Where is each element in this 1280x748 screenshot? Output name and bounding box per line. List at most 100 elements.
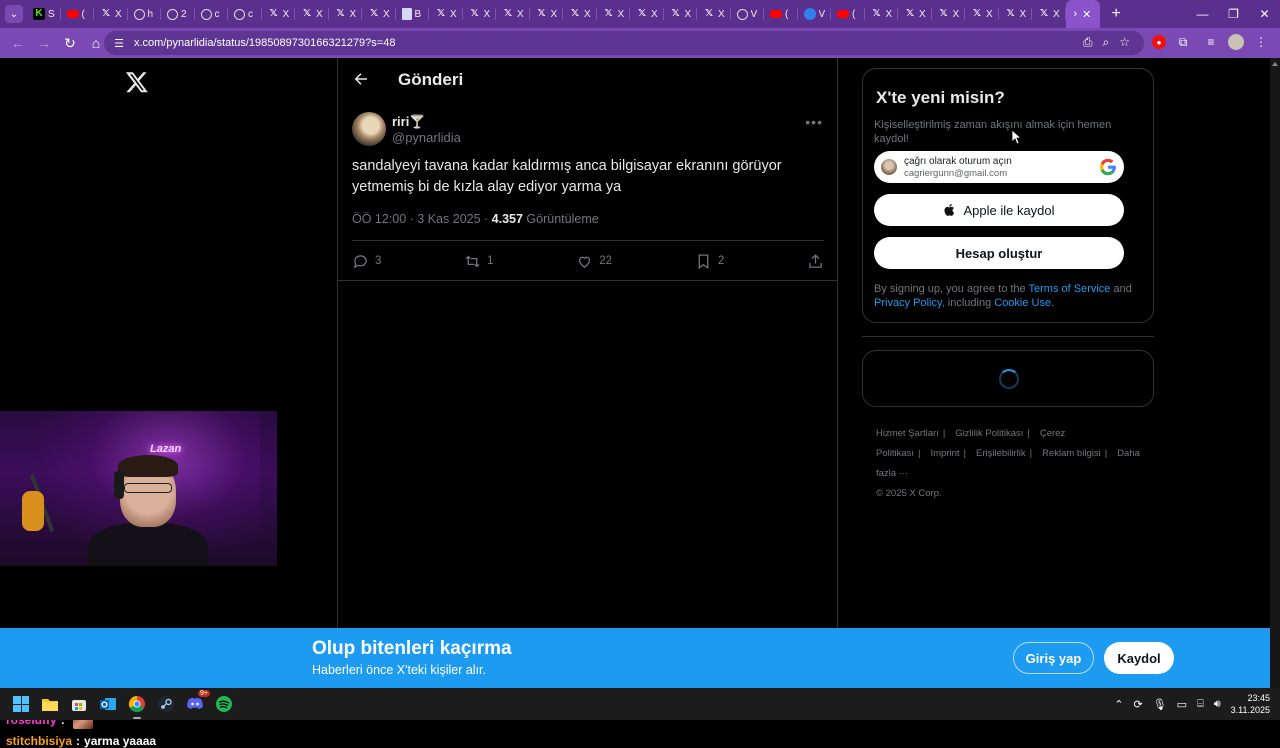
google-signin-button[interactable]: çağrı olarak oturum açın cagriergunn@gma… bbox=[874, 151, 1124, 183]
zoom-icon[interactable]: ⌕ bbox=[1103, 35, 1110, 50]
browser-tab[interactable]: c bbox=[195, 0, 229, 28]
browser-tab[interactable]: V bbox=[731, 0, 765, 28]
browser-tab[interactable]: 𝕏X bbox=[865, 0, 899, 28]
bookmark-star-icon[interactable]: ☆ bbox=[1119, 35, 1130, 50]
browser-tab[interactable]: V bbox=[798, 0, 832, 28]
minimize-icon[interactable]: — bbox=[1187, 0, 1218, 28]
network-icon[interactable]: ⌸ bbox=[1197, 698, 1204, 711]
new-tab-button[interactable]: + bbox=[1112, 5, 1121, 23]
microphone-icon[interactable]: 🎙︎ bbox=[1153, 698, 1167, 711]
browser-tab[interactable]: 𝕏X bbox=[496, 0, 530, 28]
browser-tab[interactable]: 𝕏X bbox=[1032, 0, 1066, 28]
page-scrollbar[interactable] bbox=[1270, 58, 1280, 688]
close-tab-icon[interactable]: ✕ bbox=[1082, 8, 1091, 21]
reload-button[interactable]: ↻ bbox=[58, 31, 82, 55]
address-bar[interactable]: ☰ x.com/pynarlidia/status/19850897301663… bbox=[104, 31, 1144, 55]
tab-active[interactable]: › ✕ bbox=[1065, 0, 1100, 28]
footer-link[interactable]: Hizmet Şartları bbox=[876, 428, 939, 439]
create-account-button[interactable]: Hesap oluştur bbox=[874, 237, 1124, 269]
browser-tab[interactable]: KS bbox=[27, 0, 61, 28]
extensions-puzzle-icon[interactable]: ⧉ bbox=[1172, 31, 1194, 53]
browser-tab[interactable]: 𝕏X bbox=[664, 0, 698, 28]
browser-tab[interactable]: B bbox=[396, 0, 430, 28]
browser-tab[interactable]: 𝕏X bbox=[262, 0, 296, 28]
steam-icon[interactable] bbox=[155, 693, 177, 715]
browser-tab[interactable]: 𝕏X bbox=[965, 0, 999, 28]
tab-title: c bbox=[214, 8, 220, 20]
chrome-icon[interactable] bbox=[126, 693, 148, 719]
restore-icon[interactable]: ❐ bbox=[1218, 0, 1249, 28]
browser-tab[interactable]: 𝕏X bbox=[630, 0, 664, 28]
taskbar-clock[interactable]: 23:45 3.11.2025 bbox=[1231, 692, 1270, 716]
terms-link[interactable]: Terms of Service bbox=[1029, 283, 1111, 295]
author-name[interactable]: riri🍸 bbox=[392, 114, 426, 130]
browser-tab[interactable]: 2 bbox=[161, 0, 195, 28]
browser-tab[interactable]: 𝕏X bbox=[898, 0, 932, 28]
back-button[interactable]: ← bbox=[6, 31, 30, 55]
display-icon[interactable]: ▭ bbox=[1177, 698, 1187, 711]
browser-tab[interactable]: 𝕏X bbox=[94, 0, 128, 28]
browser-tab[interactable]: 𝕏X bbox=[563, 0, 597, 28]
start-button[interactable] bbox=[10, 693, 32, 715]
cookie-link[interactable]: Cookie Use bbox=[994, 297, 1051, 309]
media-control-icon[interactable]: ≡ bbox=[1200, 31, 1222, 53]
back-arrow-icon[interactable] bbox=[352, 70, 370, 88]
sync-icon[interactable]: ⟳ bbox=[1133, 698, 1142, 711]
repost-button[interactable]: 1 bbox=[464, 253, 494, 270]
install-app-icon[interactable]: ⎙ bbox=[1083, 35, 1093, 50]
browser-tab[interactable]: ( bbox=[831, 0, 865, 28]
post-actions: 3 1 22 2 bbox=[352, 250, 824, 272]
discord-icon[interactable]: 9+ bbox=[184, 690, 210, 715]
footer-link[interactable]: Imprint bbox=[930, 448, 959, 459]
scroll-up-icon[interactable] bbox=[1272, 62, 1278, 66]
outlook-icon[interactable] bbox=[97, 693, 119, 715]
browser-tab[interactable]: 𝕏X bbox=[295, 0, 329, 28]
tray-overflow-icon[interactable]: ⌃ bbox=[1114, 698, 1123, 711]
extension-red-icon[interactable]: ● bbox=[1152, 35, 1166, 49]
browser-tab[interactable]: 𝕏X bbox=[932, 0, 966, 28]
spotify-icon[interactable] bbox=[213, 693, 235, 715]
reply-button[interactable]: 3 bbox=[352, 253, 381, 270]
bookmark-button[interactable]: 2 bbox=[695, 253, 724, 270]
site-info-icon[interactable]: ☰ bbox=[112, 36, 126, 50]
avatar[interactable] bbox=[352, 112, 386, 146]
url-text[interactable]: x.com/pynarlidia/status/1985089730166321… bbox=[134, 37, 395, 49]
login-button[interactable]: Giriş yap bbox=[1013, 642, 1094, 674]
webcam-overlay: Lazan bbox=[0, 411, 277, 566]
footer-link[interactable]: Gizlilik Politikası bbox=[955, 428, 1023, 439]
browser-tab[interactable]: 𝕏X bbox=[463, 0, 497, 28]
browser-tab[interactable]: 𝕏X bbox=[697, 0, 731, 28]
close-window-icon[interactable]: ✕ bbox=[1249, 0, 1280, 28]
browser-tab[interactable]: c bbox=[228, 0, 262, 28]
author-handle[interactable]: @pynarlidia bbox=[392, 130, 461, 145]
browser-tab[interactable]: 𝕏X bbox=[362, 0, 396, 28]
browser-tab[interactable]: 𝕏X bbox=[530, 0, 564, 28]
forward-button[interactable]: → bbox=[32, 31, 56, 55]
browser-menu-icon[interactable]: ⋮ bbox=[1250, 31, 1272, 53]
browser-tab[interactable]: 𝕏X bbox=[597, 0, 631, 28]
browser-tab[interactable]: h bbox=[128, 0, 162, 28]
footer-link[interactable]: Reklam bilgisi bbox=[1042, 448, 1101, 459]
browser-tab[interactable]: 𝕏X bbox=[329, 0, 363, 28]
privacy-link[interactable]: Privacy Policy bbox=[874, 297, 942, 309]
share-button[interactable] bbox=[807, 253, 824, 270]
browser-tab[interactable]: ( bbox=[764, 0, 798, 28]
signup-button[interactable]: Kaydol bbox=[1104, 642, 1174, 674]
post-time[interactable]: ÖÖ 12:00 · 3 Kas 2025 · bbox=[352, 212, 492, 226]
file-explorer-icon[interactable] bbox=[39, 693, 61, 715]
more-options-icon[interactable]: ••• bbox=[805, 114, 823, 130]
bookmark-icon bbox=[698, 253, 709, 269]
x-logo-icon[interactable] bbox=[125, 70, 149, 94]
browser-tab[interactable]: 𝕏X bbox=[429, 0, 463, 28]
discord-notification-badge: 9+ bbox=[198, 690, 210, 697]
tab-search-icon[interactable]: ⌄ bbox=[5, 5, 23, 23]
store-icon[interactable] bbox=[68, 693, 90, 715]
like-button[interactable]: 22 bbox=[576, 253, 612, 270]
profile-avatar[interactable] bbox=[1228, 34, 1244, 50]
apple-signup-button[interactable]: Apple ile kaydol bbox=[874, 194, 1124, 226]
footer-link[interactable]: Erişilebilirlik bbox=[976, 448, 1026, 459]
browser-tab[interactable]: 𝕏X bbox=[999, 0, 1033, 28]
browser-tab[interactable]: ( bbox=[61, 0, 95, 28]
volume-icon[interactable]: 🔊︎ bbox=[1214, 698, 1221, 711]
omnibox-actions: ⎙ ⌕ ☆ bbox=[1083, 35, 1130, 50]
